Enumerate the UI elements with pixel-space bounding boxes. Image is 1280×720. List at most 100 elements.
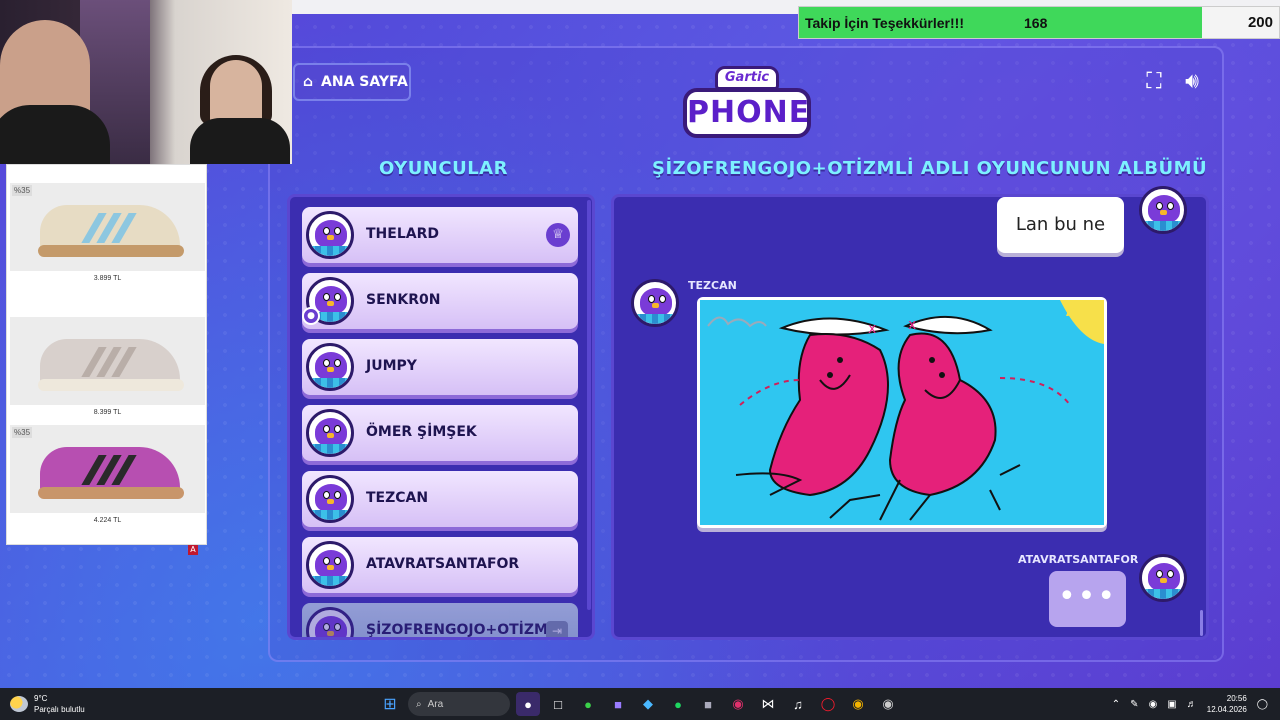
user-icon: ● xyxy=(302,307,320,325)
speaker-avatar xyxy=(631,279,679,327)
player-name: SENKR0N xyxy=(366,292,441,308)
goal-current: 168 xyxy=(1024,15,1048,31)
goal-label: Takip İçin Teşekkürler!!! xyxy=(805,15,964,31)
ad-item[interactable]: %35 4.224 TL xyxy=(10,425,205,524)
player-card[interactable]: ATAVRATSANTAFOR xyxy=(302,537,578,593)
logo-main-text: PHONE xyxy=(683,88,811,138)
player-card[interactable]: ● SENKR0N xyxy=(302,273,578,329)
ad-item[interactable]: 8.399 TL xyxy=(10,317,205,416)
search-placeholder: Ara xyxy=(427,698,444,710)
svg-text:x: x xyxy=(868,321,876,337)
player-avatar xyxy=(306,607,354,637)
office-icon[interactable]: ■ xyxy=(606,692,630,716)
player-avatar xyxy=(306,211,354,259)
home-button-label: ANA SAYFA xyxy=(321,74,408,90)
search-icon: ⌕ xyxy=(416,698,422,710)
spotify-icon[interactable]: ● xyxy=(666,692,690,716)
capcut-icon[interactable]: ⋈ xyxy=(756,692,780,716)
shoe-sole xyxy=(38,487,184,499)
shoe-sole xyxy=(38,379,184,391)
shoe-image xyxy=(10,317,205,405)
player-card[interactable]: THELARD ♕ xyxy=(302,207,578,263)
ad-item[interactable]: %35 3.899 TL xyxy=(10,183,205,282)
house-icon: ⌂ xyxy=(303,74,314,90)
task-view-icon[interactable]: □ xyxy=(546,692,570,716)
shoe-image: %35 xyxy=(10,183,205,271)
ad-price: 3.899 TL xyxy=(93,275,122,282)
obs-icon[interactable]: ◉ xyxy=(876,692,900,716)
taskbar-apps: ⊞ ⌕ Ara ● □ ● ■ ◆ ● ■ ◉ ⋈ ♫ ◯ ◉ ◉ xyxy=(378,692,900,716)
player-avatar xyxy=(306,409,354,457)
player-avatar xyxy=(306,343,354,391)
guess-bubble: Lan bu ne xyxy=(997,197,1124,253)
clock-date: 12.04.2026 xyxy=(1206,705,1247,714)
speaker-avatar xyxy=(1139,554,1187,602)
ad-price: 8.399 TL xyxy=(93,409,122,416)
player-card[interactable]: ÖMER ŞİMŞEK xyxy=(302,405,578,461)
player-card[interactable]: JUMPY xyxy=(302,339,578,395)
typing-indicator: ••• xyxy=(1049,571,1126,627)
shoe-ad[interactable]: %35 3.899 TL 8.399 TL %35 4.224 TL xyxy=(6,164,207,545)
copilot-icon[interactable]: ◆ xyxy=(636,692,660,716)
discount-badge: %35 xyxy=(12,427,33,438)
search-box[interactable]: ⌕ Ara xyxy=(408,692,510,716)
player-name: JUMPY xyxy=(366,358,417,374)
windows-taskbar: 9°C Parçalı bulutlu ⊞ ⌕ Ara ● □ ● ■ ◆ ● … xyxy=(0,688,1280,720)
player-avatar xyxy=(306,475,354,523)
exit-icon: ⇥ xyxy=(546,621,568,637)
partly-cloudy-icon xyxy=(10,696,28,712)
sun-label: AY xyxy=(1066,305,1085,320)
chrome-icon[interactable]: ◉ xyxy=(846,692,870,716)
top-controls: ⛶ 🔊︎ xyxy=(1142,70,1204,94)
ad-price: 4.224 TL xyxy=(93,517,122,524)
players-title: OYUNCULAR xyxy=(379,158,508,179)
speaker-icon[interactable]: 🔊︎ xyxy=(1180,70,1204,94)
gartic-phone-logo: Gartic PHONE xyxy=(683,64,811,142)
player-name: THELARD xyxy=(366,226,439,242)
svg-text:x: x xyxy=(908,317,916,333)
game-app-icon[interactable]: ● xyxy=(516,692,540,716)
chevron-up-icon[interactable]: ⌃ xyxy=(1112,699,1120,710)
player-name: ŞİZOFRENGOJO+OTİZM xyxy=(366,622,548,638)
player-card[interactable]: ŞİZOFRENGOJO+OTİZM ⇥ xyxy=(302,603,578,638)
xbox-icon[interactable]: ● xyxy=(576,692,600,716)
opera-icon[interactable]: ◯ xyxy=(816,692,840,716)
fullscreen-icon[interactable]: ⛶ xyxy=(1142,70,1166,94)
album-scrollbar[interactable] xyxy=(1200,610,1203,636)
notification-icon[interactable]: ◯ xyxy=(1257,699,1268,710)
mic-icon[interactable]: ◉ xyxy=(1149,699,1158,710)
files-icon[interactable]: ■ xyxy=(696,692,720,716)
discount-badge: %35 xyxy=(12,185,33,196)
network-icon[interactable]: ▣ xyxy=(1167,699,1176,710)
volume-icon[interactable]: ♬ xyxy=(1187,699,1197,710)
speaker-avatar xyxy=(1139,186,1187,234)
instagram-icon[interactable]: ◉ xyxy=(726,692,750,716)
ad-logo: A xyxy=(188,545,198,555)
windows-start-icon[interactable]: ⊞ xyxy=(378,692,402,716)
drawing-canvas: AY x x xyxy=(700,300,1104,525)
pen-icon[interactable]: ✎ xyxy=(1130,699,1138,710)
shoe-sole xyxy=(38,245,184,257)
clock[interactable]: 20:56 12.04.2026 xyxy=(1207,693,1247,715)
system-tray: ⌃ ✎ ◉ ▣ ♬ 20:56 12.04.2026 ◯ xyxy=(1112,688,1280,720)
goal-target: 200 xyxy=(1247,14,1273,31)
player-avatar xyxy=(306,541,354,589)
player-card[interactable]: TEZCAN xyxy=(302,471,578,527)
player-name: ATAVRATSANTAFOR xyxy=(366,556,520,572)
tiktok-icon[interactable]: ♫ xyxy=(786,692,810,716)
players-scrollbar[interactable] xyxy=(587,200,591,610)
follower-goal-bar: Takip İçin Teşekkürler!!! 168 200 xyxy=(798,6,1280,39)
weather-temp: 9°C xyxy=(34,694,48,703)
logo-top-text: Gartic xyxy=(715,66,779,90)
player-name: ÖMER ŞİMŞEK xyxy=(366,424,477,440)
players-panel[interactable]: THELARD ♕ ● SENKR0N JUMPY ÖMER ŞİMŞEK TE… xyxy=(287,194,595,640)
shoe-image: %35 xyxy=(10,425,205,513)
crown-icon: ♕ xyxy=(546,223,570,247)
weather-desc: Parçalı bulutlu xyxy=(34,705,85,714)
drawing-card: AY x x xyxy=(697,297,1107,528)
streamer-1-shirt xyxy=(0,105,110,164)
home-button[interactable]: ⌂ ANA SAYFA xyxy=(293,63,411,101)
speaker-name: TEZCAN xyxy=(688,279,737,292)
clock-time: 20:56 xyxy=(1226,694,1247,703)
weather-widget[interactable]: 9°C Parçalı bulutlu xyxy=(10,693,85,715)
